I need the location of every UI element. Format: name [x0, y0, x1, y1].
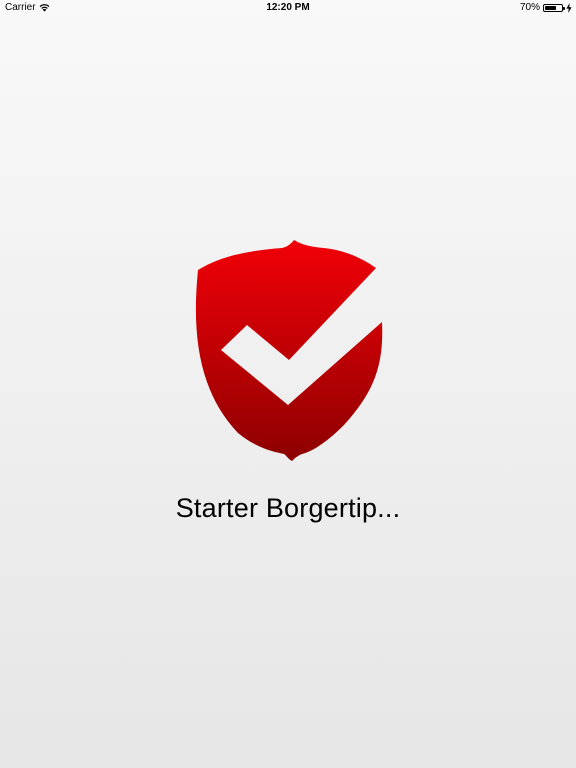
loading-text: Starter Borgertip...: [175, 493, 401, 523]
battery-indicator: 70%: [520, 2, 572, 13]
status-time: 12:20 PM: [266, 2, 310, 13]
battery-level-fill: [545, 5, 557, 10]
status-bar: Carrier 12:20 PM 70%: [0, 0, 576, 16]
shield-check-icon: [195, 240, 383, 461]
battery-icon: [543, 3, 565, 12]
battery-cap: [563, 6, 565, 10]
battery-percentage: 70%: [519, 2, 540, 13]
shield-shape: [195, 240, 383, 461]
bolt-icon: [566, 2, 572, 13]
